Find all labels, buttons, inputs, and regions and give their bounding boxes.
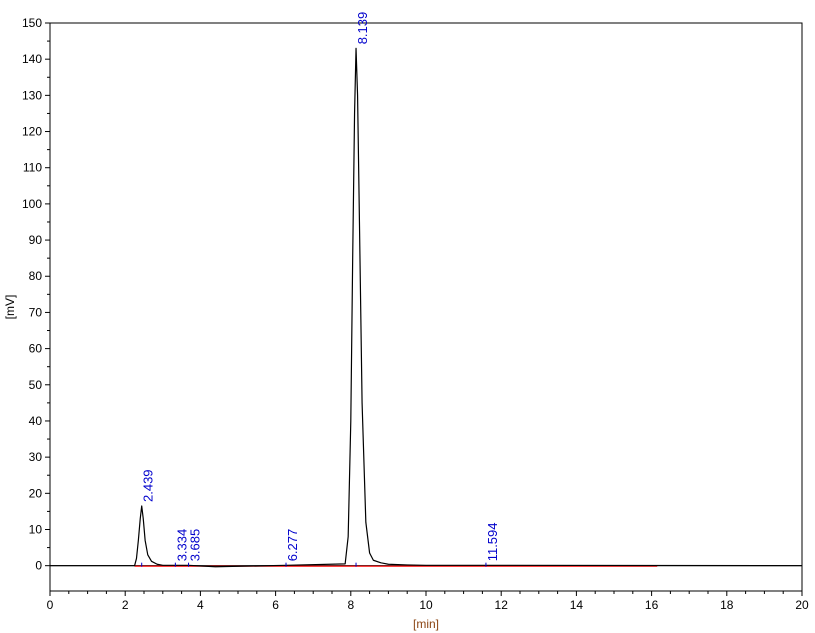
x-tick-label: 10 bbox=[419, 598, 433, 612]
peak-label: 8.139 bbox=[355, 12, 370, 45]
peak-label: 6.277 bbox=[285, 529, 300, 562]
x-axis-label: [min] bbox=[413, 617, 439, 631]
x-tick-label: 0 bbox=[47, 598, 54, 612]
peak-label: 2.439 bbox=[141, 469, 156, 502]
y-tick-label: 50 bbox=[29, 378, 43, 392]
y-tick-label: 100 bbox=[22, 197, 42, 211]
y-axis-label: [mV] bbox=[3, 295, 17, 320]
x-tick-label: 18 bbox=[720, 598, 734, 612]
y-tick-label: 40 bbox=[29, 414, 43, 428]
x-tick-label: 14 bbox=[570, 598, 584, 612]
y-tick-label: 90 bbox=[29, 233, 43, 247]
x-tick-label: 16 bbox=[645, 598, 659, 612]
y-tick-label: 80 bbox=[29, 269, 43, 283]
y-tick-label: 30 bbox=[29, 450, 43, 464]
y-tick-label: 150 bbox=[22, 16, 42, 30]
y-tick-label: 140 bbox=[22, 52, 42, 66]
y-tick-label: 20 bbox=[29, 486, 43, 500]
peak-label: 3.685 bbox=[188, 529, 203, 562]
y-tick-label: 130 bbox=[22, 88, 42, 102]
chromatogram-chart: 0 10 20 30 40 50 60 70 80 90 100 110 120 130 140 150 0 2 4… bbox=[3, 12, 809, 631]
peak-label: 11.594 bbox=[485, 523, 500, 562]
y-tick-label: 60 bbox=[29, 342, 43, 356]
x-tick-label: 4 bbox=[197, 598, 204, 612]
y-tick-label: 70 bbox=[29, 305, 43, 319]
y-tick-label: 0 bbox=[35, 559, 42, 573]
x-tick-label: 20 bbox=[795, 598, 809, 612]
plot-frame bbox=[49, 22, 803, 592]
x-tick-label: 12 bbox=[495, 598, 509, 612]
x-tick-label: 6 bbox=[272, 598, 279, 612]
y-tick-label: 120 bbox=[22, 125, 42, 139]
y-tick-label: 10 bbox=[29, 522, 43, 536]
x-tick-label: 8 bbox=[347, 598, 354, 612]
y-tick-label: 110 bbox=[23, 161, 42, 175]
x-tick-label: 2 bbox=[122, 598, 129, 612]
